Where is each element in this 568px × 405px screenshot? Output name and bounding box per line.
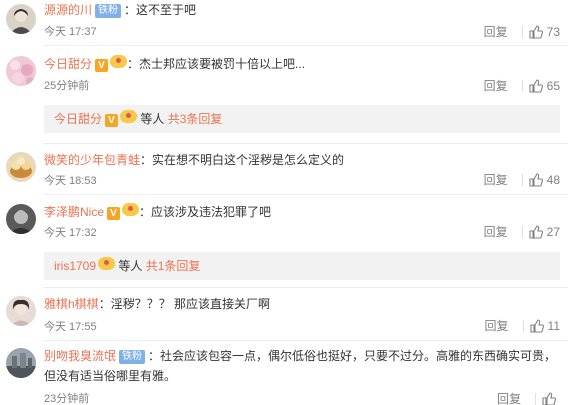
comment-line: 源源的川 铁粉 ：这不至于吧 [44, 3, 197, 18]
timestamp: 25分钟前 [44, 80, 90, 92]
avatar[interactable] [6, 204, 36, 234]
reply-button[interactable]: 回复 [485, 319, 509, 333]
fan-badge: 铁粉 [95, 4, 122, 18]
reply-button[interactable]: 回复 [484, 79, 508, 93]
comment-line: 雅棋h棋棋：淫秽？？？ 那应该直接关厂啊 [44, 297, 271, 311]
reply-button[interactable]: 回复 [484, 173, 508, 187]
reply-total-link[interactable]: 共3条回复 [168, 112, 223, 126]
comment-actions: 回复 27 [484, 224, 560, 240]
reply-suffix: 等人 [140, 112, 165, 126]
reply-summary[interactable]: 今日甜分 V 等人 共3条回复 [44, 105, 560, 133]
comment-line: 微笑的少年包青蛙：实在想不明白这个淫秽是怎么定义的 [44, 153, 345, 167]
avatar[interactable] [6, 296, 36, 326]
comment-line: 李泽鹏Nice V ：应该涉及违法犯罪了吧 [44, 203, 272, 220]
comment-line: 别吻我臭流氓 铁粉 ：社会应该包容一点，偶尔低俗也挺好，只要不过分。高雅的东西确实可… [44, 349, 557, 364]
reply-username[interactable]: iris1709 [54, 259, 96, 273]
comment-text: 应该涉及违法犯罪了吧 [151, 205, 272, 219]
username[interactable]: 李泽鹏Nice [44, 205, 104, 219]
comment-item: 源源的川 铁粉 ：这不至于吧 今天 17:37 回复 73 [0, 0, 568, 46]
avatar[interactable] [6, 56, 36, 86]
reply-button[interactable]: 回复 [497, 392, 521, 405]
comment-item: 别吻我臭流氓 铁粉 ：社会应该包容一点，偶尔低俗也挺好，只要不过分。高雅的东西确实可… [0, 345, 568, 405]
thumbs-up-icon[interactable] [529, 173, 543, 187]
comment-text-continued: 但没有适当俗哪里有雅。 [44, 369, 177, 383]
comment-text: 社会应该包容一点，偶尔低俗也挺好，只要不过分。高雅的东西确实可贵， [160, 349, 557, 363]
comment-text: 淫秽？？？ 那应该直接关厂啊 [110, 297, 271, 311]
fan-badge: 铁粉 [119, 350, 146, 364]
avatar[interactable] [6, 348, 36, 378]
avatar[interactable] [6, 4, 36, 34]
username[interactable]: 别吻我臭流氓 [44, 349, 116, 363]
timestamp: 今天 17:55 [44, 321, 97, 333]
comment-text: 这不至于吧 [136, 3, 197, 17]
comment-item: 今日甜分 V ：杰士邦应该要被罚十倍以上吧... 25分钟前 回复 65 今日甜分 V … [0, 52, 568, 144]
username[interactable]: 雅棋h棋棋 [44, 297, 99, 311]
thumbs-up-icon[interactable] [529, 225, 543, 239]
thumbs-up-icon[interactable] [529, 25, 543, 39]
username[interactable]: 源源的川 [44, 3, 92, 17]
like-count: 11 [547, 319, 560, 333]
like-count: 73 [546, 25, 560, 39]
timestamp: 23分钟前 [44, 393, 90, 405]
comment-actions: 回复 [497, 391, 560, 405]
timestamp: 今天 18:53 [44, 175, 97, 187]
reply-summary[interactable]: iris1709 等人 共1条回复 [44, 252, 560, 280]
medal-icon [120, 110, 138, 123]
v-badge-icon: V [95, 59, 109, 72]
v-badge-icon: V [105, 114, 119, 127]
reply-username[interactable]: 今日甜分 [54, 112, 102, 126]
medal-icon [122, 203, 140, 216]
reply-suffix: 等人 [118, 259, 143, 273]
comment-actions: 回复 48 [484, 172, 560, 188]
comment-list: 源源的川 铁粉 ：这不至于吧 今天 17:37 回复 73 今日甜分 V ：杰士邦应该要被… [0, 0, 568, 405]
comment-item: 雅棋h棋棋：淫秽？？？ 那应该直接关厂啊 今天 17:55 回复 11 [0, 293, 568, 341]
comment-line: 今日甜分 V ：杰士邦应该要被罚十倍以上吧... [44, 55, 306, 72]
username[interactable]: 微笑的少年包青蛙 [44, 153, 140, 167]
comment-item: 李泽鹏Nice V ：应该涉及违法犯罪了吧 今天 17:32 回复 27 iris17… [0, 201, 568, 288]
comment-line-2: 但没有适当俗哪里有雅。 [44, 367, 560, 385]
comment-actions: 回复 73 [484, 24, 560, 40]
thumbs-up-icon[interactable] [529, 79, 543, 93]
reply-button[interactable]: 回复 [484, 225, 508, 239]
comment-actions: 回复 11 [485, 318, 560, 334]
like-count: 48 [546, 173, 560, 187]
medal-icon [110, 55, 128, 68]
comment-item: 微笑的少年包青蛙：实在想不明白这个淫秽是怎么定义的 今天 18:53 回复 48 [0, 148, 568, 195]
timestamp: 今天 17:37 [44, 26, 97, 38]
like-count: 27 [546, 225, 560, 239]
comment-actions: 回复 65 [484, 78, 560, 94]
username[interactable]: 今日甜分 [44, 57, 92, 71]
v-badge-icon: V [107, 207, 121, 220]
thumbs-up-icon[interactable] [529, 319, 544, 333]
timestamp: 今天 17:32 [44, 227, 97, 239]
thumbs-up-icon[interactable] [542, 392, 556, 405]
comment-text: 实在想不明白这个淫秽是怎么定义的 [152, 153, 345, 167]
avatar[interactable] [6, 152, 36, 182]
like-count: 65 [546, 79, 560, 93]
reply-total-link[interactable]: 共1条回复 [146, 259, 201, 273]
comment-text: 杰士邦应该要被罚十倍以上吧... [139, 57, 306, 71]
medal-icon [98, 257, 116, 270]
reply-button[interactable]: 回复 [484, 25, 508, 39]
